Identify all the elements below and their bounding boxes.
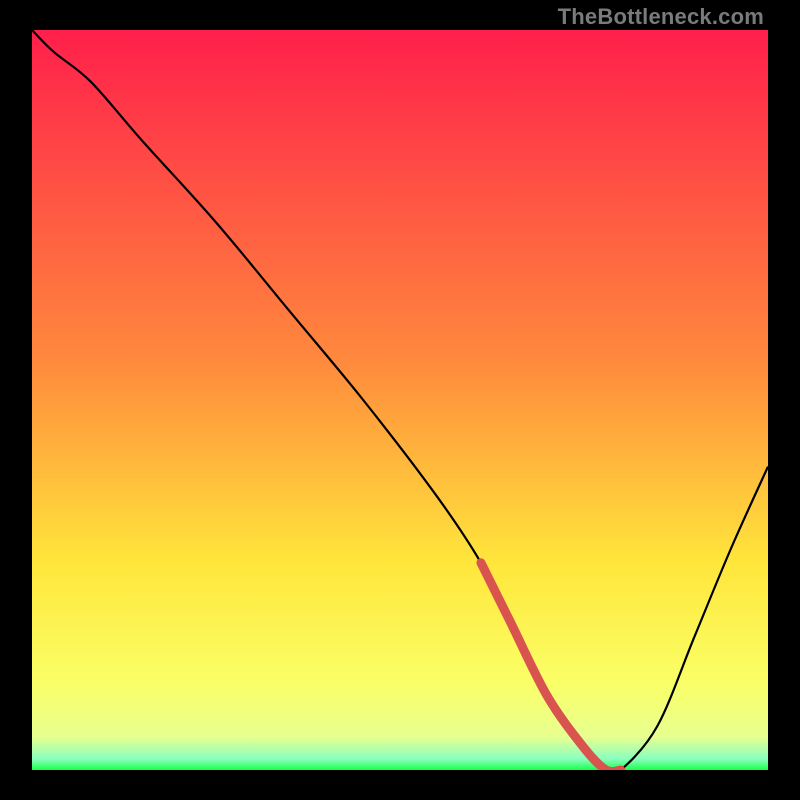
watermark-text: TheBottleneck.com xyxy=(558,4,764,30)
chart-svg xyxy=(32,30,768,770)
plot-area xyxy=(32,30,768,770)
chart-frame: TheBottleneck.com xyxy=(0,0,800,800)
